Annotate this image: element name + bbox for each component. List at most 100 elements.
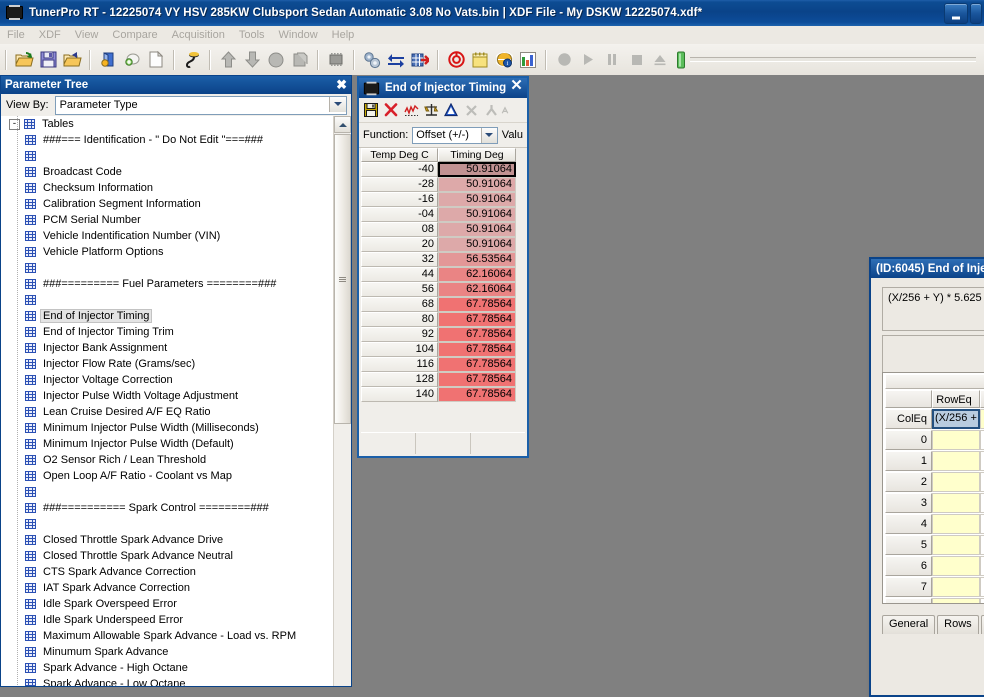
equation-grid-row[interactable]: 3 [885,493,984,513]
acq-pause-icon[interactable] [600,48,624,72]
table-value-cell[interactable]: 50.91064 [438,162,516,177]
chevron-down-icon[interactable] [329,96,346,112]
save-xdf-icon[interactable] [120,48,144,72]
cell-equation-field[interactable] [882,335,984,375]
table-value-cell[interactable]: 50.91064 [438,177,516,192]
grid-coleq-header[interactable]: ColEq [885,409,932,429]
table-row[interactable]: 32 56.53564 [361,252,516,267]
function-combobox[interactable]: Offset (+/-) [412,126,498,144]
tree-item-injector-voltage-correction[interactable]: Injector Voltage Correction [1,372,334,388]
graph-trace-icon[interactable] [401,100,421,120]
tree-item-spark-advance-low-octane[interactable]: Spark Advance - Low Octane [1,676,334,686]
tree-item-end-of-injector-timing-trim[interactable]: End of Injector Timing Trim [1,324,334,340]
equation-grid-row[interactable]: 1 [885,451,984,471]
tree-item-minumum-spark-advance[interactable]: Minumum Spark Advance [1,644,334,660]
table-export-icon[interactable] [408,48,432,72]
equation-grid-roweq-cell[interactable] [932,535,980,555]
open-recent-icon[interactable] [60,48,84,72]
table-row[interactable]: 44 62.16064 [361,267,516,282]
table-axis-cell[interactable]: 116 [361,357,438,372]
tree-vertical-scrollbar[interactable] [333,116,351,686]
table-axis-cell[interactable]: -16 [361,192,438,207]
table-axis-cell[interactable]: 68 [361,297,438,312]
tree-item-injector-pulse-width-voltage-adjustment[interactable]: Injector Pulse Width Voltage Adjustment [1,388,334,404]
column-header-value[interactable]: Timing Deg [438,148,516,162]
hook-tool-icon[interactable] [180,48,204,72]
table-axis-cell[interactable]: 20 [361,237,438,252]
record-target-icon[interactable] [444,48,468,72]
equation-grid-roweq-cell[interactable] [932,430,980,450]
table-row[interactable]: 140 67.78564 [361,387,516,402]
tree-item-spark-control[interactable]: ###========== Spark Control ========### [1,500,334,516]
restore-button[interactable] [970,3,982,24]
table-value-cell[interactable]: 67.78564 [438,372,516,387]
tab-columns[interactable]: Columns [980,615,984,634]
scroll-up-icon[interactable] [334,116,351,133]
table-row[interactable]: 128 67.78564 [361,372,516,387]
table-row[interactable]: 116 67.78564 [361,357,516,372]
equation-grid-row-header[interactable]: 6 [885,556,932,576]
table-value-cell[interactable]: 67.78564 [438,357,516,372]
open-folder-icon[interactable] [12,48,36,72]
global-equation-field[interactable]: (X/256 + Y) * 5.625 [882,287,984,331]
equation-grid-cell[interactable] [980,598,984,603]
table-axis-cell[interactable]: 56 [361,282,438,297]
tree-item-iat-spark-advance-correction[interactable]: IAT Spark Advance Correction [1,580,334,596]
table-row[interactable]: -16 50.91064 [361,192,516,207]
tree-item-end-of-injector-timing[interactable]: End of Injector Timing [1,308,334,324]
table-row[interactable]: -28 50.91064 [361,177,516,192]
menu-file[interactable]: File [0,28,32,42]
grid-roweq-cell-0[interactable] [980,409,984,429]
copy-icon[interactable] [288,48,312,72]
tree-item-checksum-information[interactable]: Checksum Information [1,180,334,196]
save-floppy-icon[interactable] [36,48,60,72]
table-value-cell[interactable]: 50.91064 [438,192,516,207]
table-value-cell[interactable]: 62.16064 [438,267,516,282]
table-axis-cell[interactable]: 80 [361,312,438,327]
chip-module-icon[interactable] [324,48,348,72]
table-axis-cell[interactable]: 104 [361,342,438,357]
menu-compare[interactable]: Compare [105,28,164,42]
swap-arrows-icon[interactable] [384,48,408,72]
close-icon[interactable]: ✕ [508,78,525,95]
equation-grid-row-header[interactable]: 1 [885,451,932,471]
menu-help[interactable]: Help [325,28,362,42]
x-disabled-icon[interactable] [461,100,481,120]
table-value-cell[interactable]: 67.78564 [438,297,516,312]
table-axis-cell[interactable]: 32 [361,252,438,267]
equation-grid-roweq-cell[interactable] [932,451,980,471]
arrow-up-icon[interactable] [216,48,240,72]
equation-grid-cell[interactable] [980,430,984,450]
equation-grid-cell[interactable] [980,577,984,597]
equation-grid-row-header[interactable]: 3 [885,493,932,513]
tree-item-cts-spark-advance-correction[interactable]: CTS Spark Advance Correction [1,564,334,580]
table-axis-cell[interactable]: 44 [361,267,438,282]
equation-grid-roweq-cell[interactable] [932,493,980,513]
table-axis-cell[interactable]: -04 [361,207,438,222]
table-value-cell[interactable]: 50.91064 [438,237,516,252]
tree-item-identification-do-not-edit[interactable]: ###=== Identification - " Do Not Edit "=… [1,132,334,148]
tree-item-fuel-parameters[interactable]: ###========= Fuel Parameters ========### [1,276,334,292]
table-axis-cell[interactable]: -40 [361,162,438,177]
table-value-cell[interactable]: 50.91064 [438,222,516,237]
close-icon[interactable]: ✖ [336,77,347,92]
a-disabled-icon[interactable] [501,100,509,120]
table-row[interactable]: 104 67.78564 [361,342,516,357]
table-axis-cell[interactable]: 92 [361,327,438,342]
equation-grid-row-header[interactable]: - [885,598,932,603]
equation-grid-cell[interactable] [980,493,984,513]
minimize-button[interactable] [944,3,968,24]
acq-eject-icon[interactable] [648,48,672,72]
table-value-cell[interactable]: 62.16064 [438,282,516,297]
new-file-icon[interactable] [144,48,168,72]
equation-grid-cell[interactable] [980,472,984,492]
table-axis-cell[interactable]: -28 [361,177,438,192]
tree-scroll-area[interactable]: - Tables ###=== Identification - " Do No… [1,116,334,686]
tree-item-lean-cruise-desired-a-f-eq-ratio[interactable]: Lean Cruise Desired A/F EQ Ratio [1,404,334,420]
tree-item-closed-throttle-spark-advance-neutral[interactable]: Closed Throttle Spark Advance Neutral [1,548,334,564]
equation-grid-row-header[interactable]: 2 [885,472,932,492]
tab-rows[interactable]: Rows [937,615,979,634]
acq-stop-icon[interactable] [624,48,648,72]
tree-item-spacer[interactable] [1,292,334,308]
equation-grid-cell[interactable] [980,556,984,576]
